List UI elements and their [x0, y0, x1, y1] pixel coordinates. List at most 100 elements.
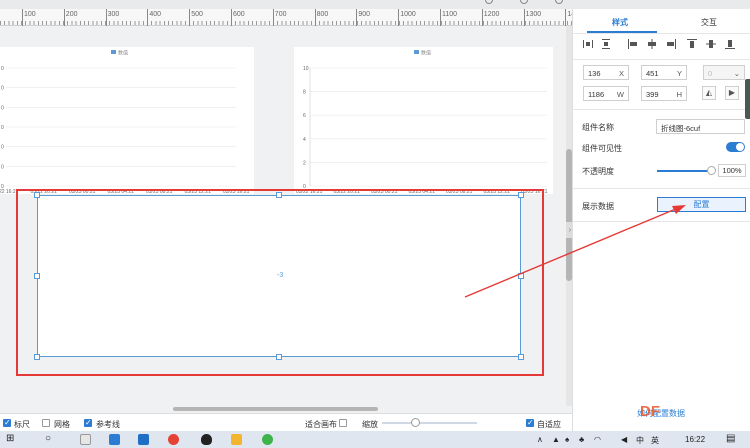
undo-icon[interactable]	[485, 0, 493, 4]
width-field[interactable]: 1186 W	[583, 86, 629, 101]
ruler-label: 800	[316, 11, 329, 18]
align-top-icon[interactable]	[687, 39, 697, 49]
y-tick-label: 4	[303, 137, 306, 143]
app-root: 100 200 300 400 500 600 700 800 900 1000 1100 1200 1…	[0, 0, 750, 448]
wechat-icon[interactable]	[262, 434, 273, 445]
resize-handle-sw[interactable]	[34, 354, 40, 360]
y-tick-label: 8	[303, 90, 306, 96]
ruler-checkbox[interactable]	[3, 418, 11, 427]
flip-vertical-icon[interactable]: ▶	[725, 86, 739, 100]
qq-tray-icon[interactable]: ♠	[565, 435, 569, 444]
y-position-field[interactable]: 451 Y	[641, 65, 687, 80]
zoom-slider-track[interactable]	[382, 422, 477, 424]
properties-panel: 样式 交互 136 X 451 Y 0 ⌄ 1186 W 399 H ◭ ▶ 组件名称 折…	[572, 9, 750, 431]
line-chart-left: 数值000000003/22 16:2103/22 20:2103/23 00:…	[0, 50, 250, 195]
opacity-slider-track[interactable]	[657, 170, 713, 172]
tab-style[interactable]: 样式	[612, 17, 628, 28]
ruler-label: 300	[107, 11, 120, 18]
folder-icon[interactable]	[231, 434, 242, 445]
align-right-icon[interactable]	[666, 39, 676, 49]
chart-card-right[interactable]: 数值 10 8 6 4 2 0 03/22 16:21 03/22 20:21 03/23 00:…	[294, 47, 553, 194]
app-icon[interactable]	[109, 434, 120, 445]
vscode-icon[interactable]	[138, 434, 149, 445]
legend-swatch	[111, 50, 116, 54]
grid-checkbox[interactable]	[42, 419, 50, 427]
height-field[interactable]: 399 H	[641, 86, 687, 101]
ruler-major-tick	[481, 9, 483, 26]
visibility-toggle[interactable]	[726, 142, 745, 152]
tray-app-icon[interactable]: ♣	[579, 435, 584, 444]
resize-handle-se[interactable]	[518, 354, 524, 360]
resize-handle-w[interactable]	[34, 273, 40, 279]
ruler-major-tick	[147, 9, 149, 26]
opacity-slider-knob[interactable]	[707, 166, 716, 175]
x-position-field[interactable]: 136 X	[583, 65, 629, 80]
component-name-input[interactable]: 折线图-6cuf	[656, 119, 745, 134]
side-drawer-tab[interactable]	[745, 79, 750, 119]
file-explorer-icon[interactable]	[80, 434, 91, 445]
resize-handle-ne[interactable]	[518, 192, 524, 198]
notification-icon[interactable]: ▤	[726, 433, 735, 444]
ime-indicator[interactable]: 中	[636, 435, 644, 446]
ruler-label: 1100	[442, 11, 458, 18]
flip-horizontal-icon[interactable]: ◭	[702, 86, 716, 100]
distribute-horizontal-icon[interactable]	[583, 39, 593, 49]
align-middle-icon[interactable]	[706, 39, 716, 49]
alignment-toolbar	[573, 39, 750, 53]
tray-expand-icon[interactable]: ∧	[537, 435, 543, 444]
grid-label: 网格	[54, 420, 70, 429]
ruler-label: 400	[149, 11, 162, 18]
wifi-icon[interactable]: ◠	[594, 435, 601, 444]
align-bottom-icon[interactable]	[725, 39, 735, 49]
canvas-bottom-bar: 标尺 网格 参考线 适合画布 缩放 自适应	[0, 413, 572, 431]
ruler-major-tick	[314, 9, 316, 26]
redo-icon[interactable]	[520, 0, 528, 4]
network-icon[interactable]: ▲	[552, 435, 560, 444]
resize-handle-nw[interactable]	[34, 192, 40, 198]
chrome-icon[interactable]	[168, 434, 179, 445]
display-data-label: 展示数据	[582, 202, 614, 211]
volume-icon[interactable]: ◀	[621, 435, 627, 444]
zoom-label: 缩放	[362, 420, 378, 429]
ruler-major-tick	[22, 9, 23, 26]
ruler-label: 1200	[483, 11, 500, 18]
ruler-major-tick	[231, 9, 232, 26]
opacity-value-field[interactable]: 100%	[718, 164, 746, 177]
legend-swatch	[414, 50, 419, 54]
panel-divider	[573, 188, 750, 189]
auto-fit-label: 自适应	[537, 420, 561, 429]
zoom-slider-knob[interactable]	[411, 418, 421, 427]
horizontal-scroll-thumb[interactable]	[173, 407, 378, 411]
ruler-label: 700	[274, 11, 287, 18]
component-name-label: 组件名称	[582, 123, 614, 132]
language-icon[interactable]: 英	[651, 435, 659, 446]
y-tick-label: 2	[303, 160, 306, 166]
preview-icon[interactable]	[555, 0, 563, 4]
align-left-icon[interactable]	[628, 39, 638, 49]
watermark-logo: DF	[640, 403, 660, 420]
qq-icon[interactable]	[201, 434, 212, 445]
tab-interaction[interactable]: 交互	[701, 17, 717, 28]
distribute-vertical-icon[interactable]	[601, 39, 611, 49]
resize-handle-s[interactable]	[276, 354, 282, 360]
resize-handle-e[interactable]	[518, 273, 524, 279]
y-tick-label: 0	[1, 164, 4, 170]
auto-fit-checkbox[interactable]	[526, 418, 534, 427]
ruler-label: 900	[358, 11, 371, 18]
ruler-label: 500	[191, 11, 203, 18]
guides-checkbox[interactable]	[84, 418, 92, 427]
windows-start-icon[interactable]: ⊞	[6, 433, 14, 444]
align-center-horizontal-icon[interactable]	[647, 39, 657, 49]
resize-handle-n[interactable]	[276, 192, 282, 198]
clock[interactable]: 16:22	[685, 435, 705, 444]
chart-card-left[interactable]: 数值000000003/22 16:2103/22 20:2103/23 00:…	[0, 47, 254, 194]
opacity-label: 不透明度	[582, 167, 614, 176]
fit-canvas-label[interactable]: 适合画布	[305, 419, 337, 430]
search-icon[interactable]: ○	[45, 433, 51, 444]
visibility-label: 组件可见性	[582, 144, 622, 153]
fit-canvas-icon[interactable]	[339, 419, 347, 427]
ruler-label: 标尺	[14, 420, 30, 429]
ruler-major-tick	[105, 9, 107, 26]
horizontal-ruler[interactable]: 100 200 300 400 500 600 700 800 900 1000 1100 1200 1…	[0, 9, 583, 26]
configure-data-button[interactable]: 配置	[657, 197, 746, 212]
